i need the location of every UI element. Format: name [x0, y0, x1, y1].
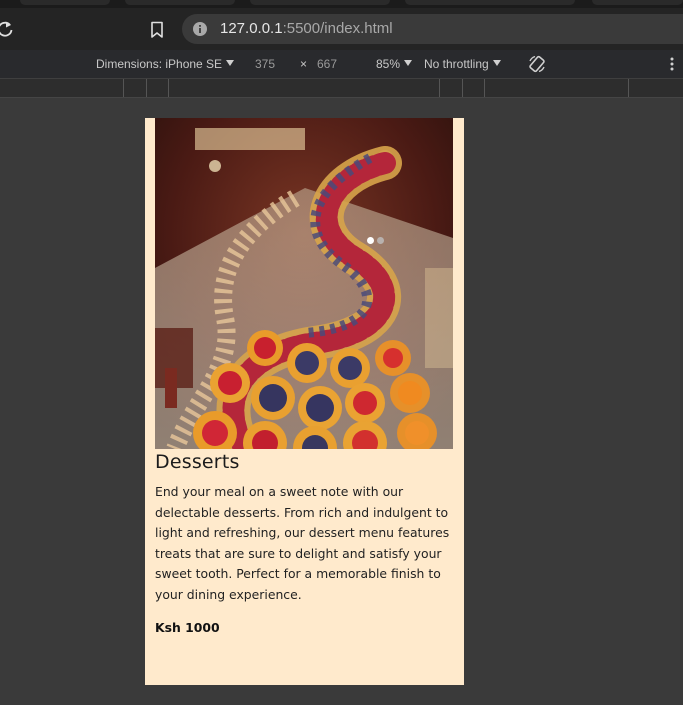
bookmark-icon[interactable]: [150, 21, 164, 39]
device-height-input[interactable]: 667: [317, 57, 337, 71]
url-field[interactable]: 127.0.0.1:5500/index.html: [182, 14, 683, 44]
info-icon[interactable]: [192, 21, 208, 37]
tab[interactable]: [405, 0, 575, 5]
device-width-input[interactable]: 375: [255, 57, 275, 71]
url-host: 127.0.0.1: [220, 20, 283, 37]
tab[interactable]: [592, 0, 683, 5]
more-vert-icon[interactable]: [669, 56, 675, 72]
dropdown-caret-icon: [226, 60, 235, 66]
rotate-icon[interactable]: [528, 55, 546, 73]
ruler-tick: [123, 79, 124, 97]
media-query-ruler[interactable]: [0, 79, 683, 98]
tab-strip: [0, 0, 683, 8]
zoom-value: 85%: [376, 57, 401, 71]
ruler-tick: [439, 79, 440, 97]
dropdown-caret-icon: [404, 60, 413, 66]
ruler-tick: [484, 79, 485, 97]
device-dimensions-label: Dimensions: iPhone SE: [96, 57, 223, 71]
zoom-select[interactable]: 85%: [376, 57, 413, 71]
url-path: :5500/index.html: [282, 20, 393, 37]
url-text: 127.0.0.1:5500/index.html: [220, 20, 393, 37]
card-title: Desserts: [155, 451, 240, 473]
dessert-buffet-photo: [155, 118, 453, 449]
tab[interactable]: [20, 0, 110, 5]
tab[interactable]: [250, 0, 390, 5]
dropdown-caret-icon: [492, 60, 501, 66]
ruler-tick: [462, 79, 463, 97]
ruler-tick: [146, 79, 147, 97]
address-bar-row: 127.0.0.1:5500/index.html: [0, 8, 683, 50]
throttling-select[interactable]: No throttling: [424, 57, 501, 71]
tab[interactable]: [125, 0, 235, 5]
carousel-dot[interactable]: [377, 237, 384, 244]
throttling-value: No throttling: [424, 57, 489, 71]
device-toolbar: Dimensions: iPhone SE 375 × 667 85% No t…: [0, 50, 683, 79]
dessert-carousel-image[interactable]: [155, 118, 453, 449]
ruler-tick: [168, 79, 169, 97]
card-price: Ksh 1000: [155, 620, 220, 635]
device-dimensions-select[interactable]: Dimensions: iPhone SE: [96, 57, 235, 71]
ruler-tick: [628, 79, 629, 97]
dimension-separator: ×: [300, 57, 308, 71]
reload-icon[interactable]: [0, 20, 14, 38]
device-viewport: Desserts End your meal on a sweet note w…: [145, 118, 464, 685]
card-description: End your meal on a sweet note with our d…: [155, 484, 450, 602]
carousel-dot-active[interactable]: [367, 237, 374, 244]
